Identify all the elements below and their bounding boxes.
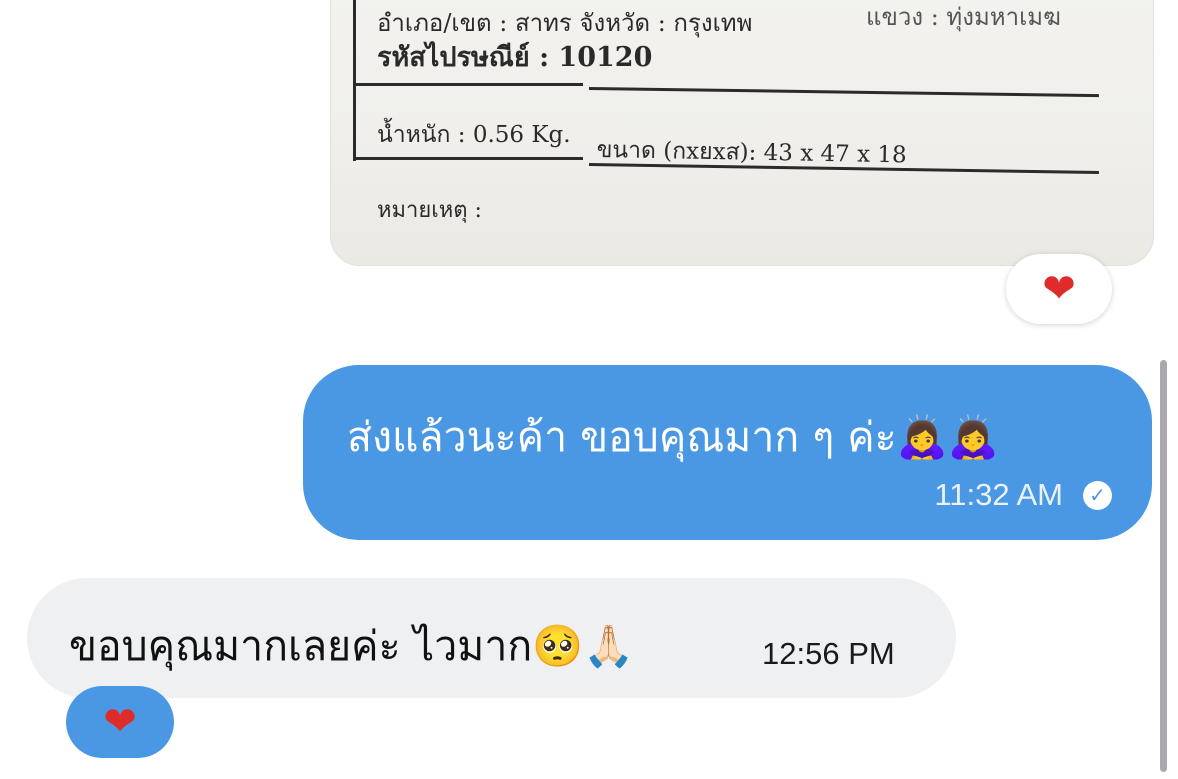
label-weight: น้ำหนัก : 0.56 Kg. bbox=[377, 122, 571, 148]
sent-message-meta: 11:32 AM ✓ bbox=[934, 477, 1112, 513]
heart-icon: ❤ bbox=[1042, 266, 1076, 312]
label-divider bbox=[353, 157, 583, 160]
read-check-icon: ✓ bbox=[1083, 480, 1112, 510]
chat-thread: แขวง : ทุ่งมหาเมฆ อำเภอ/เขต : สาทร จังหว… bbox=[0, 0, 1178, 779]
sent-message-bubble[interactable]: ส่งแล้วนะค้า ขอบคุณมาก ๆ ค่ะ🙇‍♀️🙇‍♀️ 11:… bbox=[303, 365, 1152, 540]
photo-message[interactable]: แขวง : ทุ่งมหาเมฆ อำเภอ/เขต : สาทร จังหว… bbox=[330, 0, 1154, 266]
label-postal-code: รหัสไปรษณีย์ : 10120 bbox=[377, 42, 653, 73]
received-message-text: ขอบคุณมากเลยค่ะ ไวมาก🥺🙏🏻 bbox=[69, 622, 635, 670]
sent-message-text: ส่งแล้วนะค้า ขอบคุณมาก ๆ ค่ะ🙇‍♀️🙇‍♀️ bbox=[347, 413, 999, 461]
label-divider bbox=[588, 87, 1099, 98]
scrollbar[interactable] bbox=[1160, 360, 1167, 772]
received-message-time: 12:56 PM bbox=[762, 636, 895, 671]
heart-icon: ❤ bbox=[103, 699, 137, 745]
received-reaction[interactable]: ❤ bbox=[66, 686, 174, 758]
label-subdistrict: แขวง : ทุ่งมหาเมฆ bbox=[866, 3, 1061, 31]
photo-reaction[interactable]: ❤ bbox=[1006, 254, 1112, 324]
shipping-label-image: แขวง : ทุ่งมหาเมฆ อำเภอ/เขต : สาทร จังหว… bbox=[331, 0, 1153, 265]
label-divider bbox=[353, 83, 583, 86]
label-note: หมายเหตุ : bbox=[377, 198, 482, 223]
sent-message-time: 11:32 AM bbox=[934, 477, 1063, 512]
label-border bbox=[353, 0, 356, 161]
received-message-bubble[interactable]: ขอบคุณมากเลยค่ะ ไวมาก🥺🙏🏻 12:56 PM bbox=[27, 578, 956, 698]
